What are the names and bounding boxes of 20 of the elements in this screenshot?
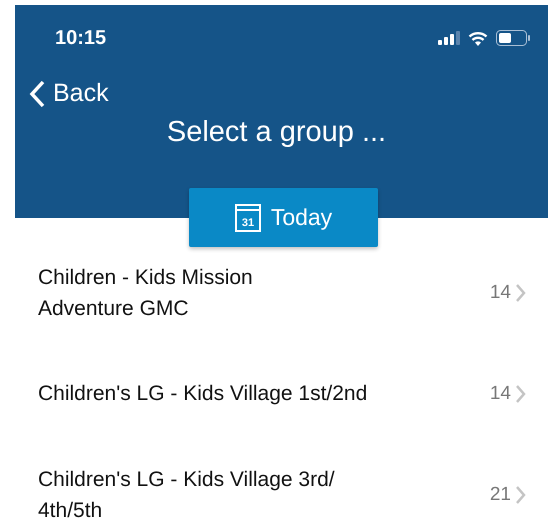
group-row[interactable]: Children's LG - Kids Village 1st/2nd 14 xyxy=(0,343,548,444)
member-count: 21 xyxy=(490,484,511,506)
wifi-icon xyxy=(468,30,488,46)
group-name: Children's LG - Kids Village 3rd/ 4th/5th xyxy=(38,466,335,523)
chevron-right-icon xyxy=(515,384,526,404)
signal-icon xyxy=(438,31,460,45)
today-button[interactable]: 31 Today xyxy=(189,188,378,247)
status-time: 10:15 xyxy=(55,26,106,50)
group-row[interactable]: Children's LG - Kids Village 3rd/ 4th/5th 21 xyxy=(0,444,548,523)
member-count: 14 xyxy=(490,382,511,404)
member-count: 14 xyxy=(490,282,511,304)
battery-icon xyxy=(496,30,530,46)
page-title: Select a group ... xyxy=(166,116,388,149)
chevron-right-icon xyxy=(515,282,526,302)
chevron-right-icon xyxy=(515,484,526,504)
group-name: Children's LG - Kids Village 1st/2nd xyxy=(38,381,368,407)
group-name: Children - Kids Mission Adventure GMC xyxy=(38,264,253,322)
back-button[interactable]: Back xyxy=(29,79,109,108)
calendar-icon: 31 xyxy=(234,204,261,232)
chevron-left-icon xyxy=(29,80,45,108)
